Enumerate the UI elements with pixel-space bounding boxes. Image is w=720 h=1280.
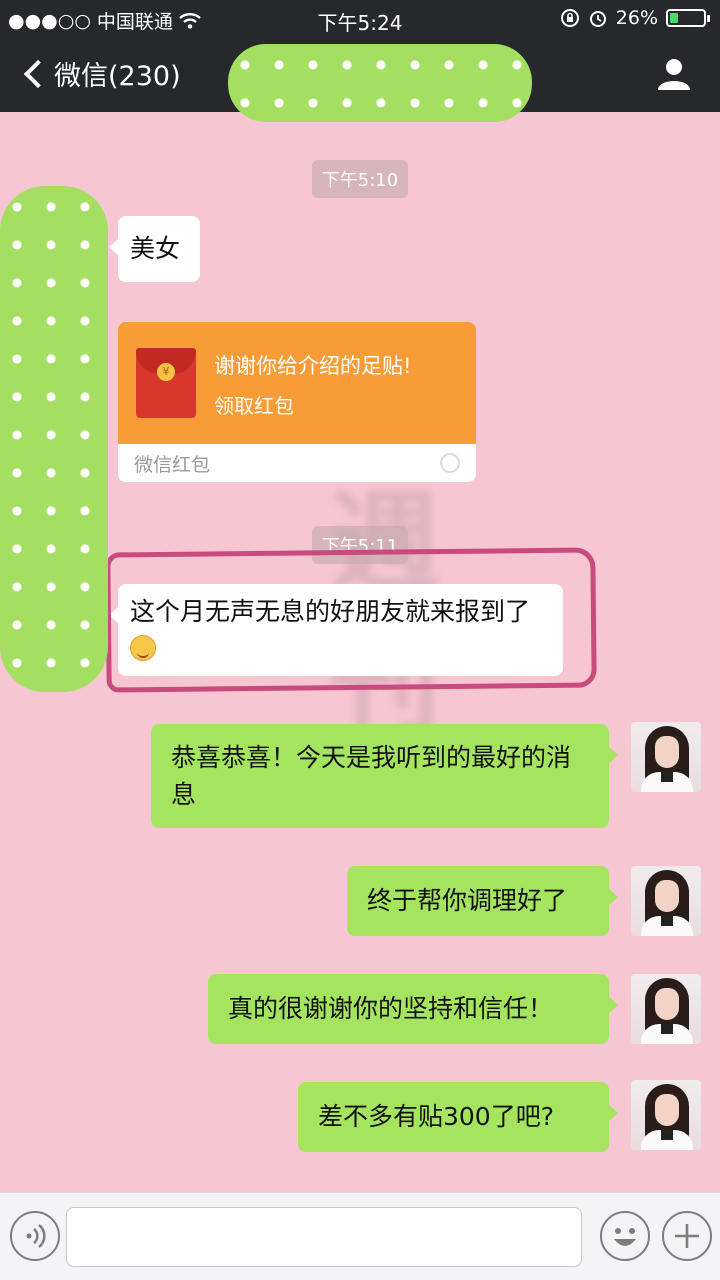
plus-icon [675,1224,699,1248]
red-packet-action: 领取红包 [214,394,294,418]
message-bubble-incoming[interactable]: 美女 [109,216,200,282]
message-bubble-outgoing[interactable]: 差不多有贴300了吧? [298,1082,618,1152]
emoji-button[interactable] [600,1211,650,1261]
redacted-contact-name [228,44,532,122]
back-label: 微信(230) [54,61,181,92]
avatar[interactable] [631,1080,701,1150]
message-text: 恭喜恭喜！今天是我听到的最好的消息 [171,743,572,809]
input-bar [0,1192,720,1280]
red-envelope-icon: ¥ [136,348,196,418]
avatar[interactable] [631,722,701,792]
red-packet-brand: 微信红包 [134,454,211,476]
avatar-collar [661,772,673,782]
red-packet-body: ¥ 谢谢你给介绍的足贴! 领取红包 [118,322,476,444]
back-button[interactable]: 微信(230) [20,54,181,93]
chevron-left-icon [23,59,53,88]
message-bubble-outgoing[interactable]: 恭喜恭喜！今天是我听到的最好的消息 [151,724,618,828]
message-bubble-outgoing[interactable]: 终于帮你调理好了 [347,866,618,936]
red-packet-footer: 微信红包 [118,444,476,482]
avatar-collar [661,1130,673,1140]
message-bubble-outgoing[interactable]: 真的很谢谢你的坚持和信任！ [208,974,618,1044]
message-text: 差不多有贴300了吧? [318,1102,554,1131]
avatar-face [655,736,679,768]
avatar-collar [661,1024,673,1034]
avatar-face [655,988,679,1020]
battery-percent: 26% [615,7,658,29]
message-text: 美女 [130,234,181,263]
redacted-sender-avatar [0,186,108,692]
highlight-annotation [105,547,597,693]
voice-icon [26,1224,46,1248]
smiley-icon [614,1228,636,1246]
chat-area[interactable]: 週刊 下午5:10 美女 ¥ 谢谢你给介绍的足贴! 领取红包 微信红包 下午5:… [0,112,720,1192]
red-packet-title: 谢谢你给介绍的足贴! [214,354,412,378]
profile-icon[interactable] [656,56,692,92]
voice-button[interactable] [10,1211,60,1261]
timestamp: 下午5:10 [0,160,720,198]
message-text: 终于帮你调理好了 [367,886,568,915]
avatar[interactable] [631,866,701,936]
message-text: 真的很谢谢你的坚持和信任！ [228,994,554,1023]
red-packet-card[interactable]: ¥ 谢谢你给介绍的足贴! 领取红包 微信红包 [118,322,476,482]
timestamp-label: 下午5:10 [311,160,409,198]
alarm-icon [589,11,606,27]
status-right: 26% [560,7,710,29]
wechat-pay-icon [440,453,460,473]
avatar-face [655,1094,679,1126]
rotation-lock-icon [560,9,579,27]
battery-icon [666,9,710,27]
avatar-face [655,880,679,912]
avatar-collar [661,916,673,926]
coin-icon: ¥ [157,363,175,381]
avatar[interactable] [631,974,701,1044]
message-input[interactable] [66,1207,582,1267]
more-button[interactable] [662,1211,712,1261]
status-bar: ●●●○○ 中国联通 下午5:24 26% [0,0,720,38]
battery-fill [670,13,679,23]
